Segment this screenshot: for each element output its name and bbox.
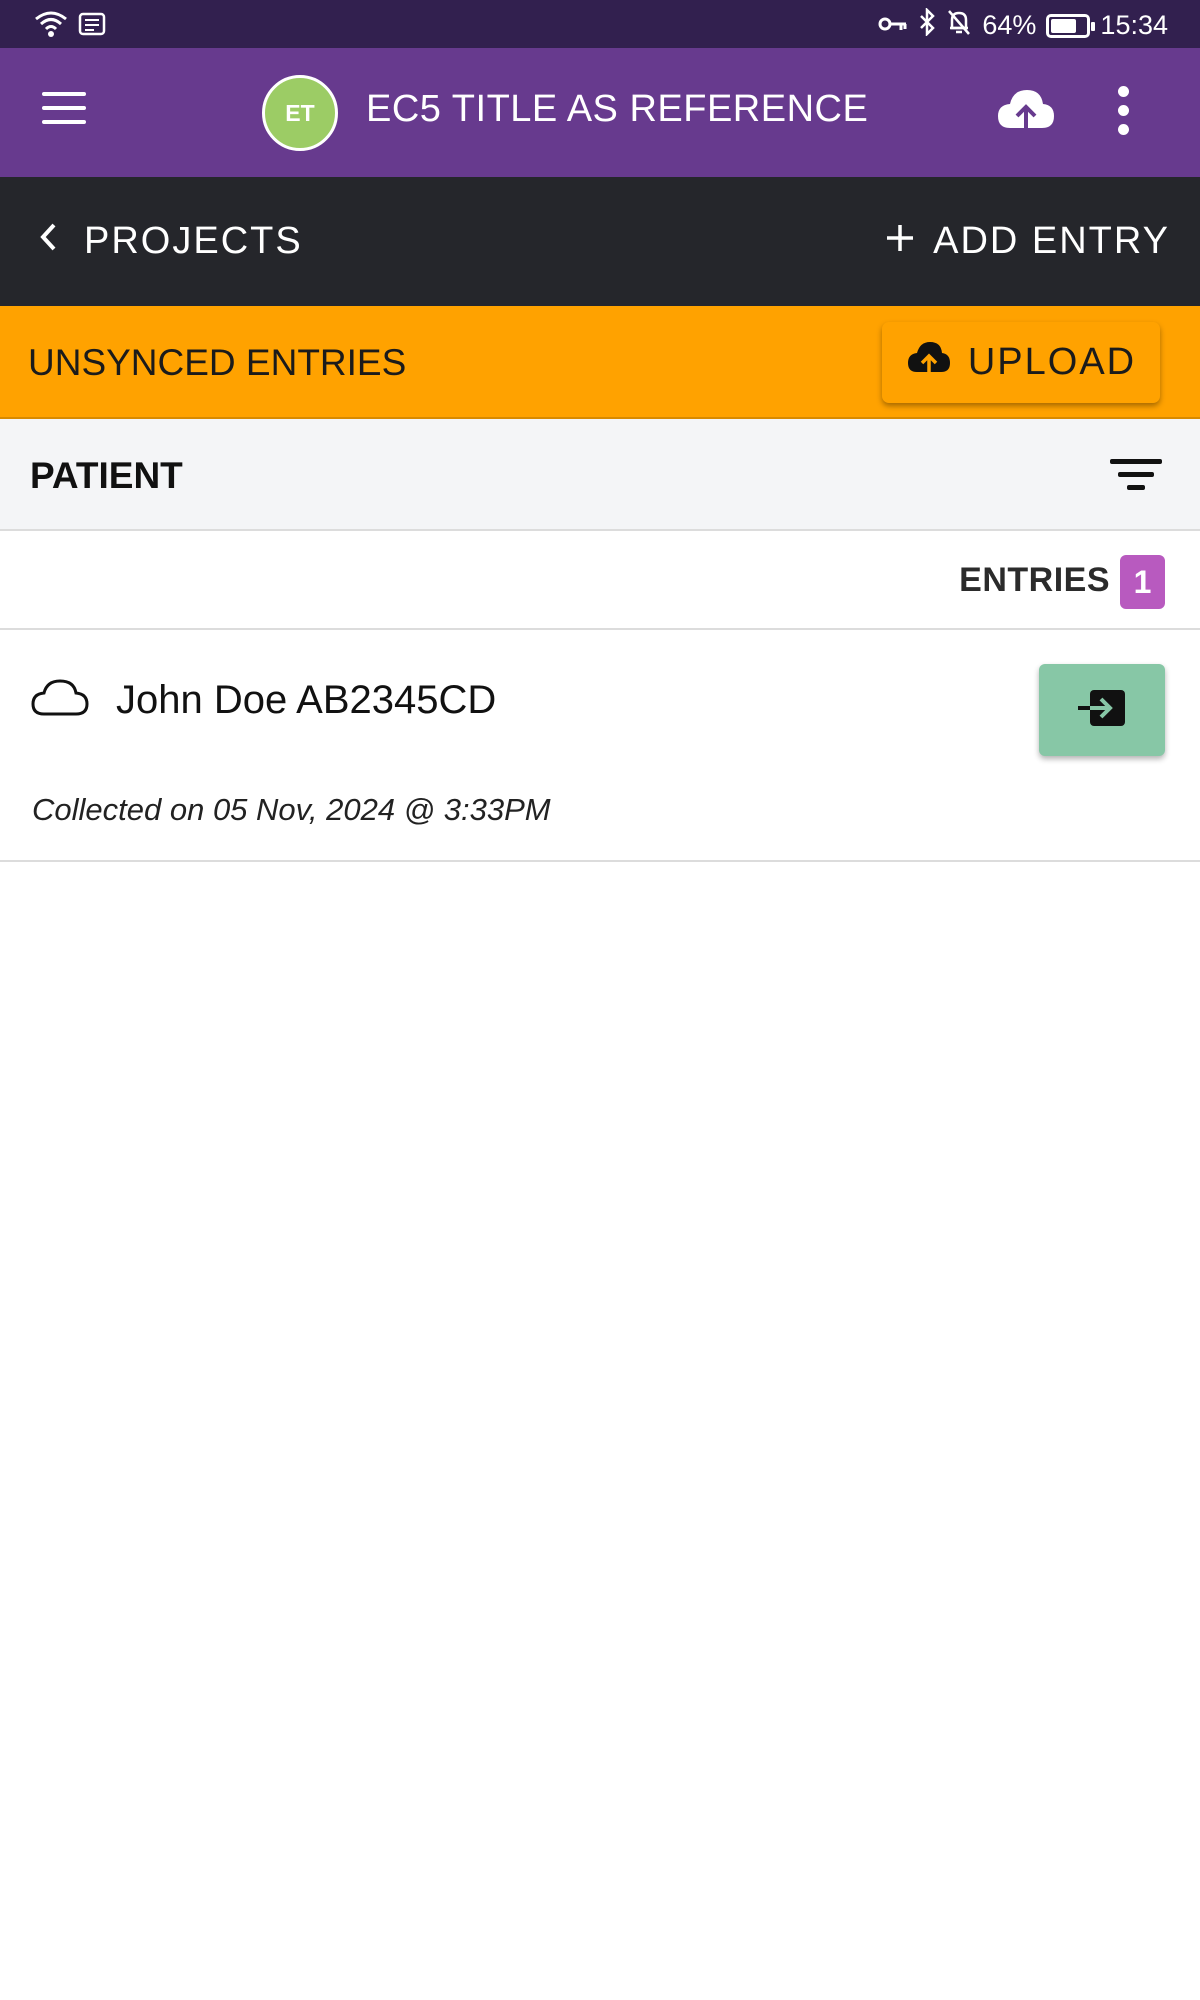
entries-label: ENTRIES [959,561,1110,599]
plus-icon [885,220,915,263]
filter-icon[interactable] [1110,459,1162,495]
vpn-key-icon [878,10,908,41]
battery-icon [1046,13,1096,38]
battery-percent: 64% [982,10,1037,40]
cloud-icon [30,678,90,718]
clock: 15:34 [1100,10,1168,40]
entries-count-row: ENTRIES 1 [0,531,1200,630]
wifi-icon [34,10,68,43]
list-item[interactable]: John Doe AB2345CD Collected on 05 Nov, 2… [0,630,1200,862]
unsynced-label: UNSYNCED ENTRIES [28,342,407,383]
entry-title: John Doe AB2345CD [116,678,497,722]
chevron-left-icon [38,220,58,263]
back-to-projects-button[interactable]: PROJECTS [38,213,303,269]
form-name: PATIENT [30,455,183,496]
status-bar: 64% 15:34 [0,0,1200,48]
bluetooth-icon [918,6,936,43]
open-entry-button[interactable] [1039,664,1165,756]
nav-bar: PROJECTS ADD ENTRY [0,177,1200,306]
cloud-upload-icon [906,340,952,386]
back-label: PROJECTS [84,219,303,262]
entries-count-badge: 1 [1120,555,1165,609]
open-entry-icon [1076,687,1128,734]
upload-button[interactable]: UPLOAD [882,322,1160,403]
app-bar: ET EC5 TITLE AS REFERENCE [0,48,1200,177]
entry-collected-date: Collected on 05 Nov, 2024 @ 3:33PM [32,792,551,827]
mute-bell-icon [946,8,972,43]
cloud-upload-icon[interactable] [996,86,1056,136]
data-icon [78,12,106,41]
more-vert-icon[interactable] [1118,86,1129,142]
add-entry-button[interactable]: ADD ENTRY [885,213,1170,269]
project-title: EC5 TITLE AS REFERENCE [366,88,869,130]
form-header: PATIENT [0,419,1200,531]
hamburger-menu-icon[interactable] [42,92,86,136]
add-entry-label: ADD ENTRY [933,219,1170,262]
upload-label: UPLOAD [967,341,1137,383]
project-avatar: ET [262,75,338,151]
unsynced-entries-bar: UNSYNCED ENTRIES UPLOAD [0,306,1200,419]
